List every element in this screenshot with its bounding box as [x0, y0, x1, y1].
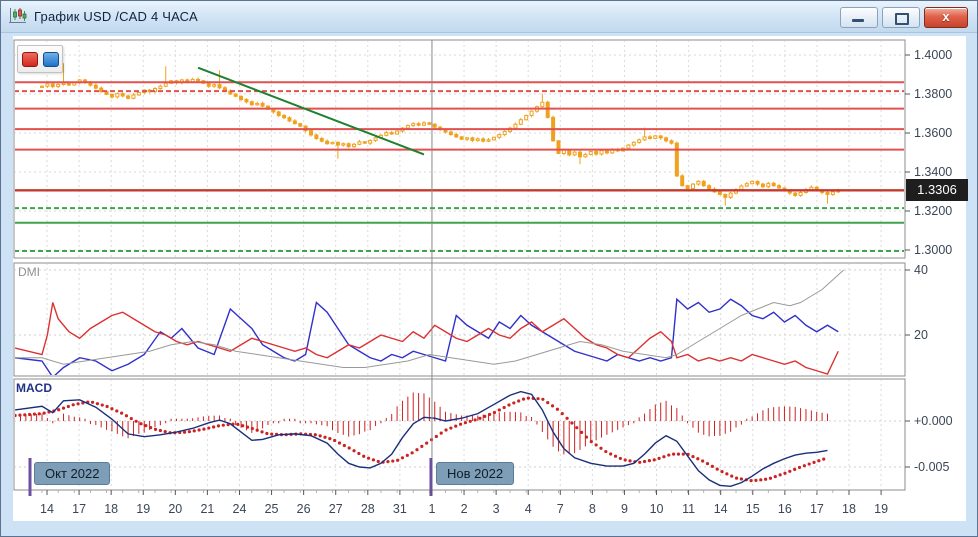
dmi-panel-label: DMI	[18, 265, 40, 279]
x-axis-label: 8	[589, 502, 596, 516]
x-axis-label: 17	[72, 502, 86, 516]
x-axis-label: 26	[297, 502, 311, 516]
x-axis-label: 18	[842, 502, 856, 516]
x-axis-label: 19	[874, 502, 888, 516]
x-axis-label: 31	[393, 502, 407, 516]
price-axis-label: 1.3400	[914, 165, 952, 179]
x-axis-label: 17	[810, 502, 824, 516]
chart-objects-toolbar	[17, 45, 63, 73]
x-axis-label: 21	[200, 502, 214, 516]
current-price-badge: 1.3306	[906, 179, 968, 201]
month-badge-october: Окт 2022	[34, 462, 111, 485]
x-axis-label: 2	[461, 502, 468, 516]
x-axis-label: 7	[557, 502, 564, 516]
x-axis-label: 14	[714, 502, 728, 516]
macd-axis-label: +0.000	[914, 414, 953, 428]
macd-panel-label: MACD	[16, 381, 52, 395]
price-axis-label: 1.3000	[914, 243, 952, 257]
x-axis-label: 10	[650, 502, 664, 516]
month-accent-bar	[28, 458, 32, 496]
buy-marker-button[interactable]	[42, 51, 59, 67]
sell-marker-button[interactable]	[21, 51, 38, 67]
x-axis-label: 18	[104, 502, 118, 516]
price-axis-label: 1.4000	[914, 48, 952, 62]
x-axis-label: 4	[525, 502, 532, 516]
x-axis-label: 28	[361, 502, 375, 516]
price-axis-label: 1.3600	[914, 126, 952, 140]
x-axis-label: 27	[329, 502, 343, 516]
chart-canvas[interactable]: 14 17 18 19 20 21 24 25 26 27 28 31 1 2 3 4 7 8 9 10 11 14 15 1…	[0, 0, 978, 537]
x-axis-label: 3	[493, 502, 500, 516]
month-badge-november: Нов 2022	[436, 462, 515, 485]
price-axis-label: 1.3200	[914, 204, 952, 218]
x-axis-label: 24	[233, 502, 247, 516]
dmi-axis-label: 20	[914, 328, 928, 342]
x-axis-label: 1	[428, 502, 435, 516]
x-axis-label: 9	[621, 502, 628, 516]
x-axis-label: 20	[168, 502, 182, 516]
macd-axis-label: -0.005	[914, 460, 949, 474]
x-axis-label: 25	[265, 502, 279, 516]
dmi-axis-label: 40	[914, 263, 928, 277]
x-axis-label: 14	[40, 502, 54, 516]
x-axis-label: 19	[136, 502, 150, 516]
price-axis-label: 1.3800	[914, 87, 952, 101]
x-axis-label: 16	[778, 502, 792, 516]
x-axis-label: 15	[746, 502, 760, 516]
x-axis-label: 11	[682, 502, 695, 516]
